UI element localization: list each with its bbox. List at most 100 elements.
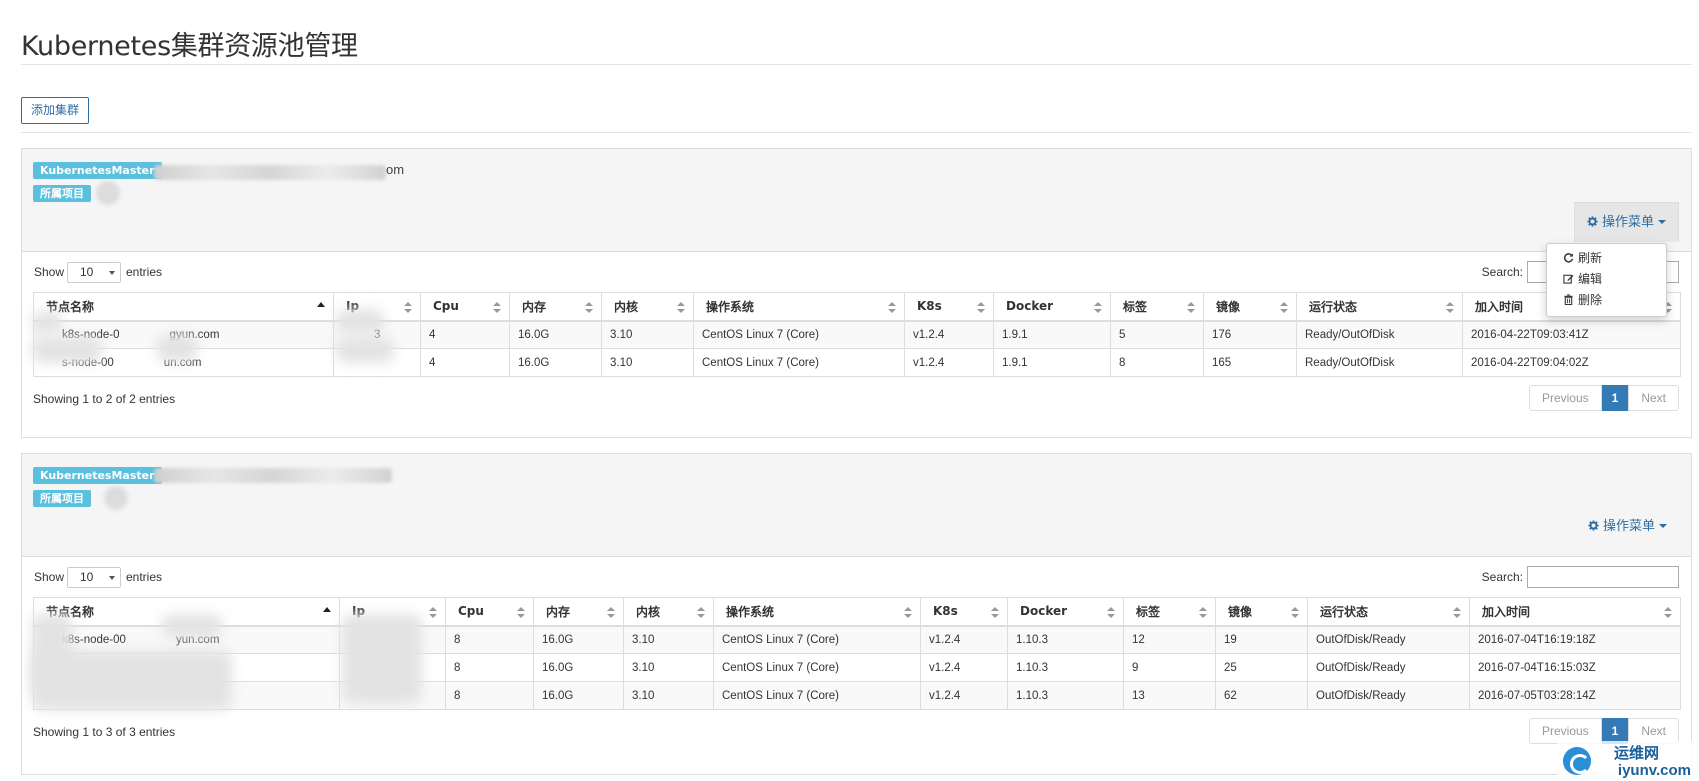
table-row[interactable]: k8s-node-0 gyun.com 3 4 16.0G 3.10 CentOS Linu… bbox=[33, 320, 1681, 349]
sort-asc-icon bbox=[323, 607, 331, 612]
ops-menu-button[interactable]: 操作菜单 bbox=[1576, 507, 1679, 547]
select-arrow-icon bbox=[109, 576, 115, 580]
sort-both-icon bbox=[1199, 607, 1207, 618]
search-input[interactable] bbox=[1527, 566, 1679, 588]
delete-label: 删除 bbox=[1578, 293, 1603, 307]
column-header-label: 内核 bbox=[636, 604, 661, 619]
column-header[interactable]: 运行状态 bbox=[1307, 597, 1470, 627]
table-cell: 16.0G bbox=[509, 348, 602, 377]
cluster-panel: KubernetesMaster 所属项目 操作菜单 Show 10 entri… bbox=[21, 453, 1692, 775]
sort-both-icon bbox=[1107, 607, 1115, 618]
sort-both-icon bbox=[677, 302, 685, 313]
sort-both-icon bbox=[1291, 607, 1299, 618]
sort-both-icon bbox=[1094, 302, 1102, 313]
column-header-label: 标签 bbox=[1136, 604, 1161, 619]
column-header[interactable]: 操作系统 bbox=[693, 292, 905, 322]
table-cell: Ready/OutOfDisk bbox=[1296, 320, 1463, 349]
panel-heading: KubernetesMaster 所属项目 操作菜单 bbox=[22, 454, 1691, 557]
gear-icon bbox=[1588, 520, 1599, 531]
column-header-label: 加入时间 bbox=[1482, 604, 1531, 619]
column-header[interactable]: K8s bbox=[920, 597, 1008, 627]
column-header-label: Cpu bbox=[433, 299, 459, 314]
column-header[interactable]: 镜像 bbox=[1215, 597, 1308, 627]
column-header-label: 操作系统 bbox=[726, 604, 775, 619]
column-header-label: K8s bbox=[917, 299, 942, 314]
show-label: Show bbox=[34, 265, 65, 279]
table-cell: 1.9.1 bbox=[993, 348, 1111, 377]
column-header[interactable]: K8s bbox=[904, 292, 994, 322]
table-cell: 4 bbox=[420, 320, 510, 349]
column-header[interactable]: 标签 bbox=[1123, 597, 1216, 627]
table-row[interactable]: k8s-node-002com816.0G3.10CentOS Linux 7 … bbox=[33, 653, 1681, 682]
watermark-logo-icon bbox=[1563, 747, 1591, 775]
add-cluster-button[interactable]: 添加集群 bbox=[21, 97, 89, 124]
table-footer: Showing 1 to 2 of 2 entries Previous 1 N… bbox=[22, 377, 1691, 423]
edit-label: 编辑 bbox=[1578, 272, 1603, 286]
sort-both-icon bbox=[991, 607, 999, 618]
table-footer: Showing 1 to 3 of 3 entries Previous 1 N… bbox=[22, 710, 1691, 756]
ops-menu-label: 操作菜单 bbox=[1602, 519, 1655, 534]
column-header[interactable]: 内存 bbox=[509, 292, 602, 322]
table-cell: 25 bbox=[1215, 653, 1308, 682]
page-length-select[interactable]: 10 bbox=[67, 262, 121, 283]
table-row[interactable]: k8s-node-003816.0G3.10CentOS Linux 7 (Co… bbox=[33, 681, 1681, 710]
table-cell: 2016-07-05T03:28:14Z bbox=[1469, 681, 1681, 710]
table-header-row: 节点名称 Ip Cpu 内存 内核 操作系统 K8s Docker 标签 镜像 运行状态 加入时间 bbox=[33, 597, 1681, 627]
column-header[interactable]: 内存 bbox=[533, 597, 624, 627]
master-address-redacted bbox=[154, 468, 392, 483]
column-header[interactable]: 节点名称 bbox=[33, 292, 334, 322]
column-header[interactable]: 标签 bbox=[1110, 292, 1204, 322]
project-label: 所属项目 bbox=[33, 490, 91, 507]
current-page-button[interactable]: 1 bbox=[1601, 385, 1629, 411]
table-row[interactable]: k8s-node-00 yun.com 8 16.0G 3.10 CentOS Linux… bbox=[33, 625, 1681, 654]
sort-both-icon bbox=[585, 302, 593, 313]
column-header[interactable]: 内核 bbox=[623, 597, 714, 627]
master-address-redacted bbox=[154, 165, 386, 180]
delete-menu-item[interactable]: 删除 bbox=[1547, 290, 1666, 311]
column-header-label: 标签 bbox=[1123, 299, 1148, 314]
table-cell: v1.2.4 bbox=[904, 348, 994, 377]
sort-both-icon bbox=[493, 302, 501, 313]
table-cell: v1.2.4 bbox=[920, 653, 1008, 682]
table-cell: CentOS Linux 7 (Core) bbox=[713, 681, 921, 710]
table-cell: 165 bbox=[1203, 348, 1297, 377]
sort-both-icon bbox=[1664, 607, 1672, 618]
table-controls: Show 10 entries Search: bbox=[22, 557, 1691, 597]
previous-page-button[interactable]: Previous bbox=[1528, 385, 1602, 411]
table-cell: v1.2.4 bbox=[920, 625, 1008, 654]
sort-both-icon bbox=[1446, 302, 1454, 313]
ops-menu-button[interactable]: 操作菜单 bbox=[1573, 202, 1679, 242]
column-header[interactable]: 镜像 bbox=[1203, 292, 1297, 322]
table-cell: 1.10.3 bbox=[1007, 625, 1124, 654]
redacted-ip bbox=[342, 614, 422, 704]
column-header-label: Docker bbox=[1020, 604, 1068, 619]
column-header[interactable]: Cpu bbox=[420, 292, 510, 322]
column-header[interactable]: Docker bbox=[993, 292, 1111, 322]
master-address-suffix: om bbox=[386, 162, 405, 177]
column-header[interactable]: 操作系统 bbox=[713, 597, 921, 627]
sort-both-icon bbox=[1187, 302, 1195, 313]
nodes-table: 节点名称 Ip Cpu 内存 内核 操作系统 K8s Docker 标签 镜像 运行状态 加入时间 k… bbox=[33, 597, 1681, 710]
redacted-cell bbox=[157, 334, 197, 362]
column-header-label: 运行状态 bbox=[1320, 604, 1369, 619]
column-header-label: 运行状态 bbox=[1309, 299, 1358, 314]
column-header[interactable]: Cpu bbox=[445, 597, 534, 627]
table-cell: 3.10 bbox=[623, 653, 714, 682]
column-header[interactable]: 内核 bbox=[601, 292, 694, 322]
edit-menu-item[interactable]: 编辑 bbox=[1547, 269, 1666, 290]
cluster-panel: KubernetesMaster om 所属项目 操作菜单 Show 10 en… bbox=[21, 148, 1692, 438]
page-length-select[interactable]: 10 bbox=[67, 567, 121, 588]
column-header[interactable]: 加入时间 bbox=[1469, 597, 1681, 627]
next-page-button[interactable]: Next bbox=[1628, 385, 1679, 411]
column-header[interactable]: 运行状态 bbox=[1296, 292, 1463, 322]
table-cell: 4 bbox=[420, 348, 510, 377]
table-cell: OutOfDisk/Ready bbox=[1307, 681, 1470, 710]
table-cell: 16.0G bbox=[533, 625, 624, 654]
refresh-label: 刷新 bbox=[1578, 251, 1603, 265]
refresh-menu-item[interactable]: 刷新 bbox=[1547, 248, 1666, 269]
column-header[interactable]: Docker bbox=[1007, 597, 1124, 627]
redacted-cell bbox=[32, 311, 62, 333]
table-row[interactable]: s-node-00un.com416.0G3.10CentOS Linux 7 … bbox=[33, 348, 1681, 377]
entries-label: entries bbox=[126, 265, 163, 279]
nodes-table: 节点名称 Ip Cpu 内存 内核 操作系统 K8s Docker 标签 镜像 运行状态 加入时间 k… bbox=[33, 292, 1681, 377]
